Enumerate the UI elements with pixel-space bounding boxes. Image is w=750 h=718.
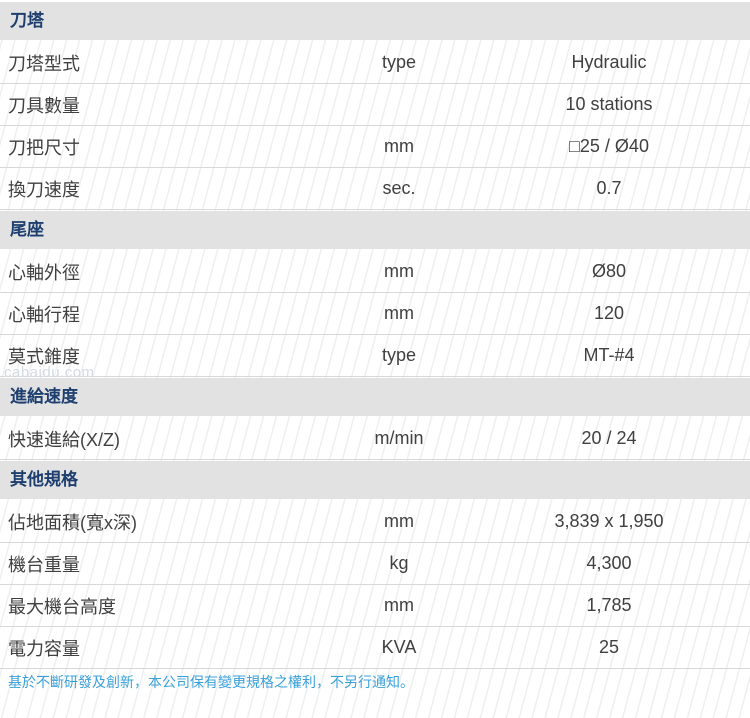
- spec-label: 換刀速度: [0, 176, 340, 202]
- section-turret: 刀塔 刀塔型式 type Hydraulic 刀具數量 10 stations …: [0, 2, 750, 210]
- disclaimer-note: 基於不斷研發及創新，本公司保有變更規格之權利，不另行通知。: [0, 669, 750, 692]
- spec-row: 莫式錐度 type MT-#4: [0, 335, 750, 377]
- section-tailstock: 尾座 心軸外徑 mm Ø80 心軸行程 mm 120 莫式錐度 type MT-…: [0, 211, 750, 377]
- spec-label: 最大機台高度: [0, 593, 340, 619]
- spec-unit: type: [340, 345, 458, 366]
- spec-label: 刀把尺寸: [0, 134, 340, 160]
- spec-label: 佔地面積(寬x深): [0, 509, 340, 535]
- spec-row: 機台重量 kg 4,300: [0, 543, 750, 585]
- spec-label: 心軸行程: [0, 301, 340, 327]
- spec-row: 刀把尺寸 mm □25 / Ø40: [0, 126, 750, 168]
- spec-value: MT-#4: [458, 345, 750, 366]
- spec-value: 0.7: [458, 178, 750, 199]
- spec-value: Hydraulic: [458, 52, 750, 73]
- spec-row: 心軸外徑 mm Ø80: [0, 251, 750, 293]
- spec-unit: kg: [340, 553, 458, 574]
- spec-unit: KVA: [340, 637, 458, 658]
- spec-row: 刀塔型式 type Hydraulic: [0, 42, 750, 84]
- section-header-tailstock: 尾座: [0, 211, 750, 249]
- spec-value: 1,785: [458, 595, 750, 616]
- spec-value: Ø80: [458, 261, 750, 282]
- spec-value: 25: [458, 637, 750, 658]
- spec-value: 120: [458, 303, 750, 324]
- spec-unit: mm: [340, 303, 458, 324]
- section-header-feed-rate: 進給速度: [0, 378, 750, 416]
- section-header-other-specs: 其他規格: [0, 461, 750, 499]
- spec-unit: mm: [340, 511, 458, 532]
- spec-value: 20 / 24: [458, 428, 750, 449]
- spec-page: 刀塔 刀塔型式 type Hydraulic 刀具數量 10 stations …: [0, 2, 750, 718]
- spec-unit: mm: [340, 261, 458, 282]
- spec-unit: type: [340, 52, 458, 73]
- spec-label: 機台重量: [0, 551, 340, 577]
- spec-row: 佔地面積(寬x深) mm 3,839 x 1,950: [0, 501, 750, 543]
- spec-unit: m/min: [340, 428, 458, 449]
- spec-label: 心軸外徑: [0, 259, 340, 285]
- spec-row: 電力容量 KVA 25: [0, 627, 750, 669]
- spec-row: 刀具數量 10 stations: [0, 84, 750, 126]
- spec-label: 刀塔型式: [0, 50, 340, 76]
- spec-label: 電力容量: [0, 635, 340, 661]
- spec-label: 刀具數量: [0, 92, 340, 118]
- spec-value: 3,839 x 1,950: [458, 511, 750, 532]
- spec-value: 10 stations: [458, 94, 750, 115]
- spec-value: 4,300: [458, 553, 750, 574]
- spec-row: 最大機台高度 mm 1,785: [0, 585, 750, 627]
- spec-unit: sec.: [340, 178, 458, 199]
- section-header-turret: 刀塔: [0, 2, 750, 40]
- spec-unit: mm: [340, 136, 458, 157]
- section-feed-rate: 進給速度 快速進給(X/Z) m/min 20 / 24: [0, 378, 750, 460]
- spec-row: 快速進給(X/Z) m/min 20 / 24: [0, 418, 750, 460]
- spec-row: 換刀速度 sec. 0.7: [0, 168, 750, 210]
- section-other-specs: 其他規格 佔地面積(寬x深) mm 3,839 x 1,950 機台重量 kg …: [0, 461, 750, 669]
- spec-row: 心軸行程 mm 120: [0, 293, 750, 335]
- spec-label: 莫式錐度: [0, 343, 340, 369]
- spec-value: □25 / Ø40: [458, 136, 750, 157]
- spec-label: 快速進給(X/Z): [0, 426, 340, 452]
- spec-unit: mm: [340, 595, 458, 616]
